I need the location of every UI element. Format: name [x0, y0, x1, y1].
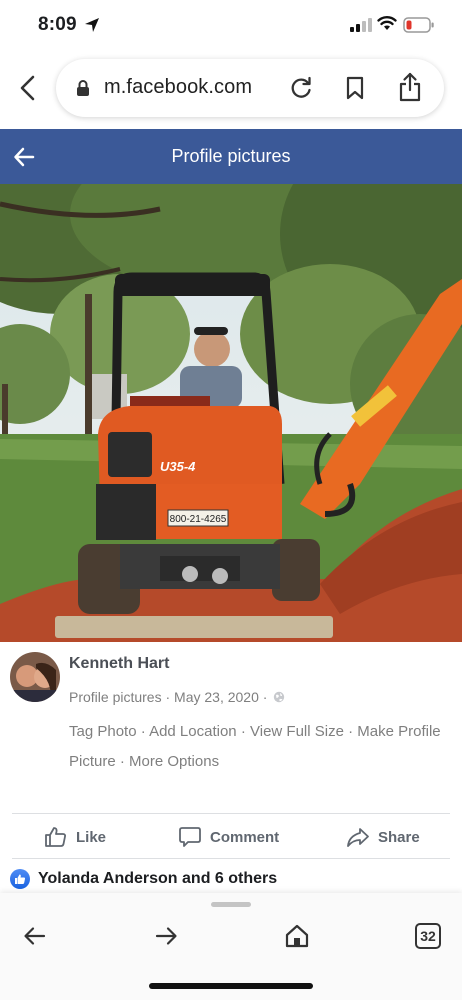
browser-back-icon[interactable]	[14, 72, 42, 104]
avatar[interactable]	[10, 652, 60, 702]
wifi-icon	[377, 16, 397, 30]
thumbs-up-icon	[45, 827, 66, 847]
post-date[interactable]: May 23, 2020	[174, 689, 259, 705]
license-plate-text: 800-21-4265	[170, 514, 227, 525]
reactions-text: Yolanda Anderson and 6 others	[38, 870, 278, 887]
toolbar-handle[interactable]	[211, 902, 251, 907]
like-reaction-icon	[10, 869, 30, 889]
like-label: Like	[76, 828, 107, 846]
comment-icon	[179, 827, 201, 847]
page-header: Profile pictures	[0, 129, 462, 184]
forward-icon[interactable]	[153, 923, 179, 949]
location-arrow-icon	[85, 18, 99, 32]
share-button[interactable]: Share	[346, 824, 420, 850]
share-icon[interactable]	[398, 72, 422, 102]
machine-model-text: U35-4	[160, 459, 196, 474]
battery-low-icon	[403, 17, 434, 33]
lock-icon	[77, 80, 89, 96]
album-link[interactable]: Profile pictures	[69, 689, 162, 705]
comment-button[interactable]: Comment	[178, 824, 279, 850]
link-separator: ·	[236, 723, 250, 740]
reactions-summary[interactable]: Yolanda Anderson and 6 others	[10, 869, 277, 889]
divider	[12, 813, 450, 814]
share-label: Share	[378, 828, 420, 846]
home-icon[interactable]	[284, 923, 310, 949]
more-options-link[interactable]: More Options	[129, 753, 219, 770]
tag-photo-link[interactable]: Tag Photo	[69, 723, 137, 740]
author-name[interactable]: Kenneth Hart	[69, 655, 169, 673]
link-separator: ·	[136, 723, 150, 740]
home-indicator[interactable]	[149, 983, 313, 989]
link-separator: ·	[115, 753, 130, 770]
cellular-signal-icon	[350, 18, 372, 32]
share-arrow-icon	[347, 828, 369, 847]
link-separator: ·	[343, 723, 358, 740]
post-meta: Profile pictures · May 23, 2020 ·	[69, 689, 285, 705]
meta-separator: ·	[258, 689, 268, 705]
reload-icon[interactable]	[288, 75, 314, 101]
divider	[12, 858, 450, 859]
status-time: 8:09	[38, 14, 77, 35]
status-bar: 8:09	[0, 0, 462, 50]
profile-photo[interactable]: U35-4 800-21-4265	[0, 184, 462, 642]
excavator-scene-image: U35-4 800-21-4265	[0, 184, 462, 642]
view-full-size-link[interactable]: View Full Size	[250, 723, 344, 740]
url-text[interactable]: m.facebook.com	[104, 76, 252, 99]
browser-toolbar: 32	[0, 893, 462, 1000]
page-title: Profile pictures	[171, 146, 291, 166]
add-location-link[interactable]: Add Location	[149, 723, 237, 740]
address-bar[interactable]: m.facebook.com	[56, 59, 444, 117]
back-icon[interactable]	[22, 923, 48, 949]
bookmark-icon[interactable]	[344, 75, 366, 101]
comment-label: Comment	[210, 828, 280, 846]
meta-separator: ·	[161, 689, 175, 705]
like-button[interactable]: Like	[44, 824, 106, 850]
globe-icon	[274, 691, 285, 703]
tab-switcher-button[interactable]: 32	[415, 923, 441, 949]
tab-count: 32	[420, 928, 436, 944]
photo-actions: Tag Photo · Add Location · View Full Siz…	[69, 717, 459, 777]
